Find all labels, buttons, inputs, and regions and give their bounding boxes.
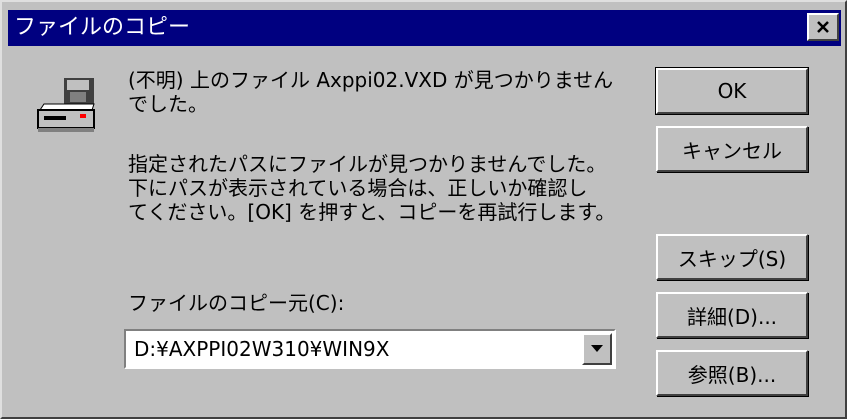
cancel-button[interactable]: キャンセル — [656, 126, 808, 172]
skip-button[interactable]: スキップ(S) — [656, 234, 808, 280]
copy-source-value[interactable]: D:¥AXPPI02W310¥WIN9X — [134, 337, 389, 361]
title-bar[interactable]: ファイルのコピー — [8, 10, 841, 46]
error-message-line2: でした。 — [128, 92, 208, 116]
detail-message-line2: 下にパスが表示されている場合は、正しいか確認し — [128, 176, 588, 200]
close-button[interactable] — [807, 13, 839, 41]
window-title: ファイルのコピー — [14, 15, 191, 40]
close-icon — [817, 21, 829, 33]
details-button[interactable]: 詳細(D)... — [656, 292, 808, 338]
floppy-drive-icon — [37, 78, 95, 132]
detail-message-line1: 指定されたパスにファイルが見つかりませんでした。 — [128, 152, 607, 176]
dropdown-arrow-icon — [591, 345, 603, 352]
ok-button[interactable]: OK — [655, 67, 809, 115]
copy-source-label: ファイルのコピー元(C): — [128, 291, 345, 315]
copy-file-dialog: ファイルのコピー (不明) 上のファイル Axppi02.VXD が見つかりませ… — [0, 0, 847, 419]
detail-message: 指定されたパスにファイルが見つかりませんでした。 下にパスが表示されている場合は… — [128, 152, 615, 224]
dropdown-button[interactable] — [582, 333, 612, 365]
error-message-line1: (不明) 上のファイル Axppi02.VXD が見つかりません — [128, 68, 614, 92]
copy-source-combobox[interactable]: D:¥AXPPI02W310¥WIN9X — [124, 329, 616, 369]
browse-button[interactable]: 参照(B)... — [656, 350, 808, 396]
detail-message-line3: てください。[OK] を押すと、コピーを再試行します。 — [128, 200, 616, 224]
error-message: (不明) 上のファイル Axppi02.VXD が見つかりません でした。 — [128, 68, 613, 116]
